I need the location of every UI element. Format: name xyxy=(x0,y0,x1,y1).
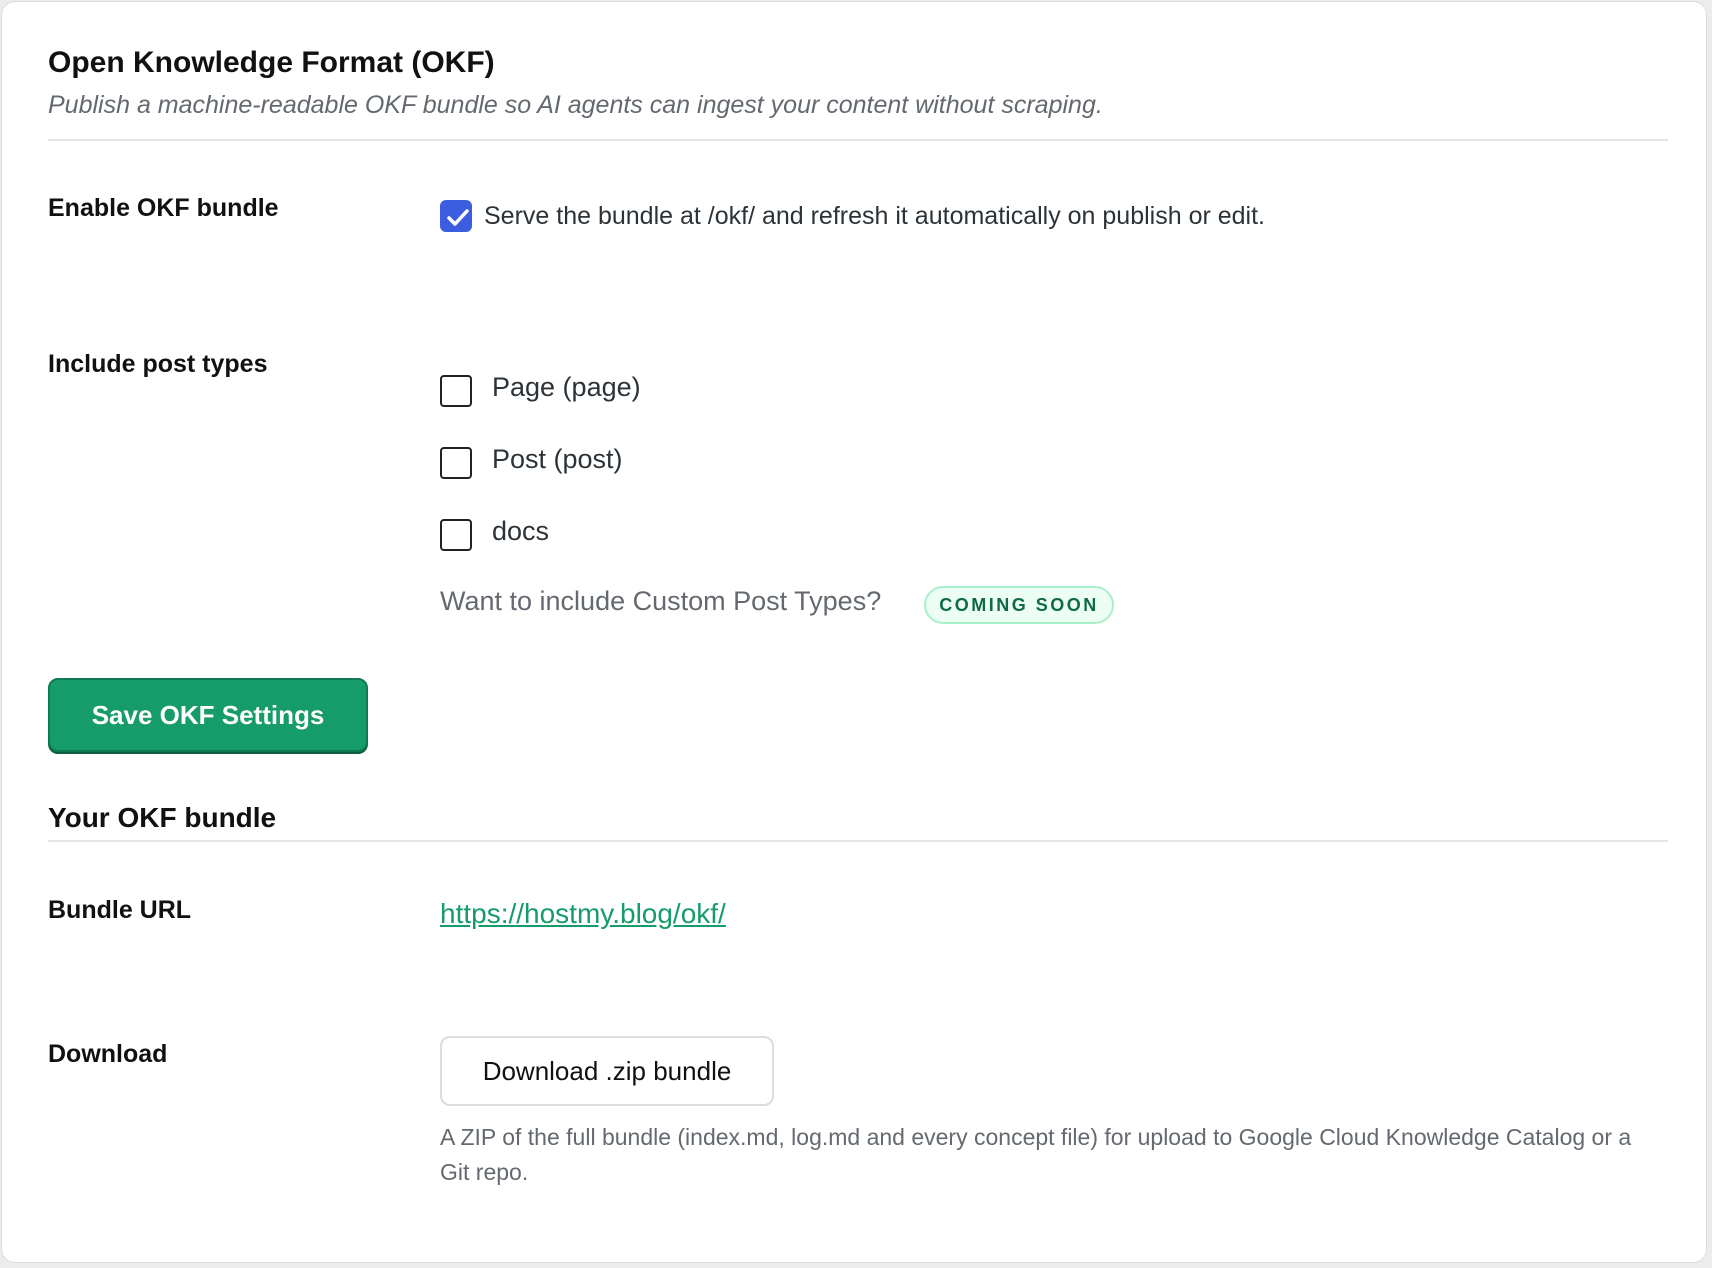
bundle-url-label: Bundle URL xyxy=(48,896,192,924)
download-description: A ZIP of the full bundle (index.md, log.… xyxy=(440,1124,1632,1185)
post-type-page-checkbox[interactable] xyxy=(440,375,472,407)
download-zip-button[interactable]: Download .zip bundle xyxy=(440,1036,774,1106)
coming-soon-badge: COMING SOON xyxy=(924,586,1114,624)
bundle-url-link[interactable]: https://hostmy.blog/okf/ xyxy=(440,898,726,930)
post-type-post-checkbox[interactable] xyxy=(440,447,472,479)
page-description: Publish a machine-readable OKF bundle so… xyxy=(48,91,1103,119)
download-label: Download xyxy=(48,1040,168,1068)
include-post-types-label: Include post types xyxy=(48,350,268,378)
post-type-docs-label[interactable]: docs xyxy=(492,516,549,547)
page-title: Open Knowledge Format (OKF) xyxy=(48,46,495,79)
bundle-section-title: Your OKF bundle xyxy=(48,802,277,833)
enable-okf-label: Enable OKF bundle xyxy=(48,194,279,222)
enable-okf-description: Serve the bundle at /okf/ and refresh it… xyxy=(484,202,1266,230)
check-icon xyxy=(447,209,469,226)
okf-settings-card: Open Knowledge Format (OKF) Publish a ma… xyxy=(1,1,1707,1263)
post-type-docs-checkbox[interactable] xyxy=(440,519,472,551)
header-divider xyxy=(48,139,1668,141)
save-okf-settings-button[interactable]: Save OKF Settings xyxy=(48,678,368,752)
custom-post-types-prompt: Want to include Custom Post Types? xyxy=(440,586,882,616)
post-type-page-label[interactable]: Page (page) xyxy=(492,372,641,403)
bundle-section-divider xyxy=(48,840,1668,842)
post-type-post-label[interactable]: Post (post) xyxy=(492,444,623,475)
enable-okf-checkbox[interactable] xyxy=(440,200,472,232)
